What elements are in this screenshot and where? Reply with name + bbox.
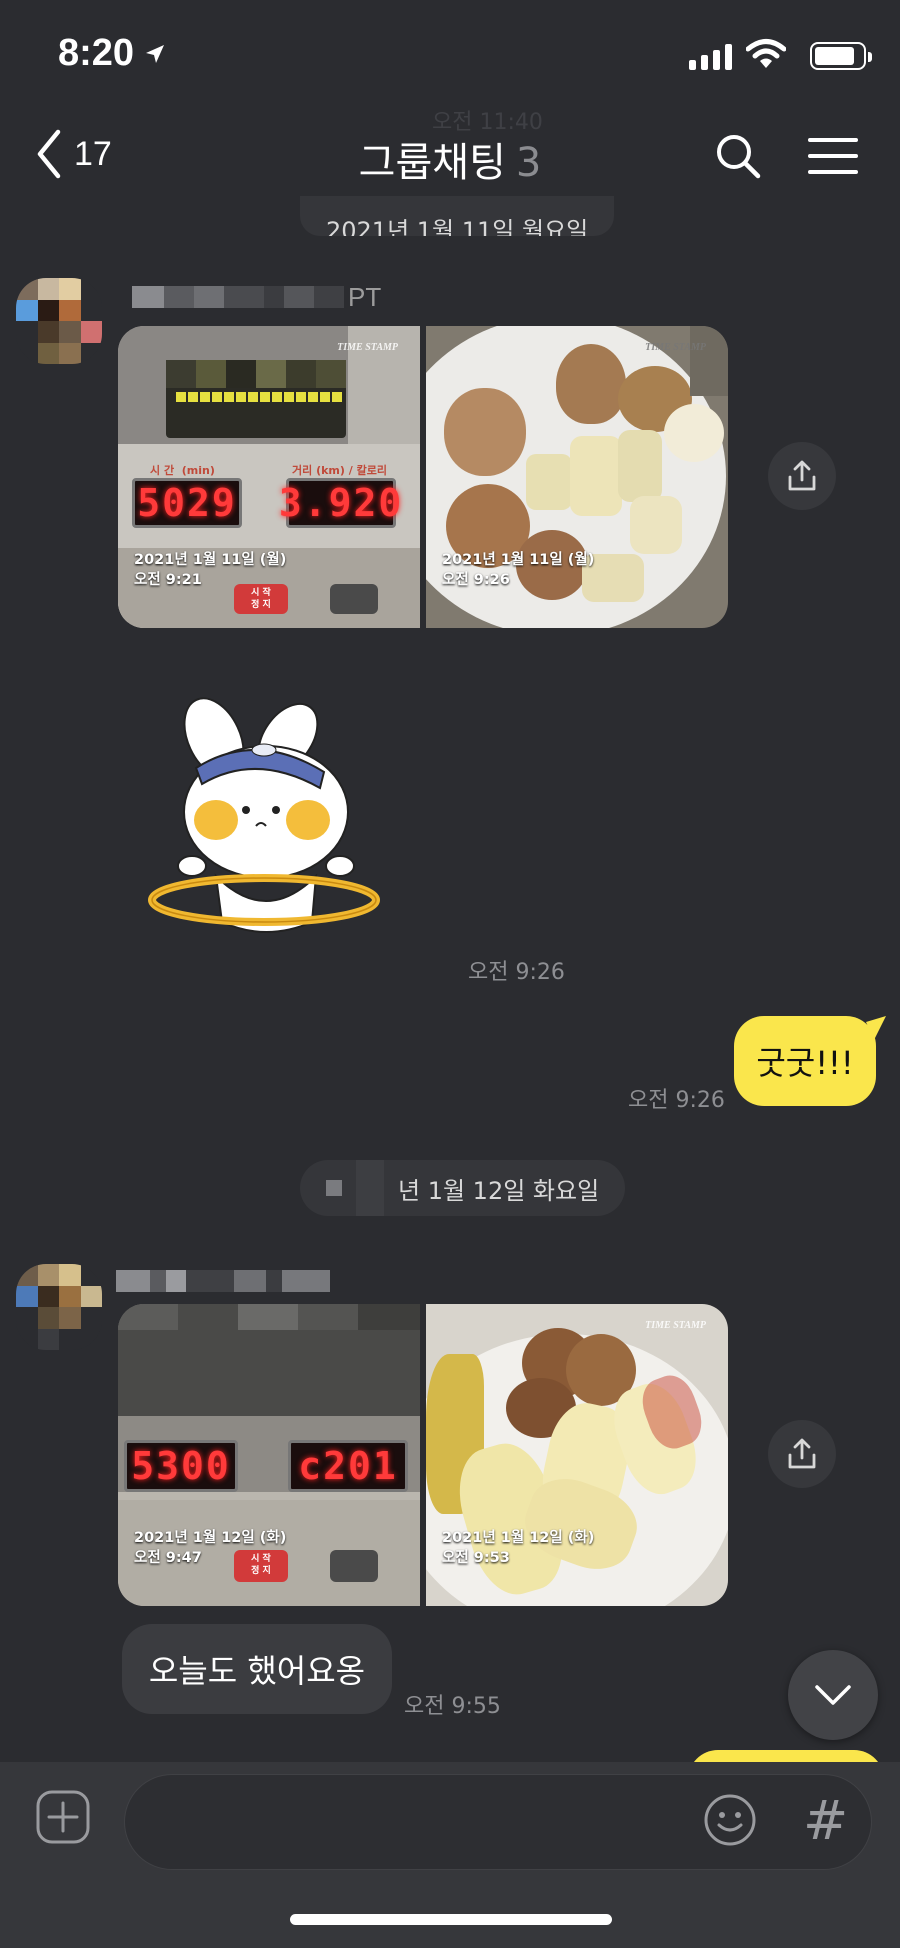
photo-treadmill[interactable]: 5300 c201 시 작 정 지 2021년 1월 12일 (화) 오전 9:… [118,1304,420,1606]
message-time: 오전 9:26 [628,1088,725,1113]
bunny-hula-hoop-sticker[interactable] [146,686,386,942]
search-icon[interactable] [714,132,762,180]
chat-title-text: 그룹채팅 [358,140,506,186]
home-indicator [290,1914,612,1925]
photo-time: 오전 9:53 [442,1550,510,1566]
photo-timestamp: 2021년 1월 12일 (화) 오전 9:47 [134,1528,286,1568]
time-display: 5029 [132,478,242,528]
date-divider: 년 1월 12일 화요일 [300,1160,626,1216]
redaction-block [326,1180,342,1196]
share-icon [788,460,816,491]
message-input[interactable] [155,1799,675,1847]
timestamp-watermark: TIME STAMP [645,342,706,353]
message-bubble[interactable]: 오늘도 했어요옹 [122,1624,392,1714]
photo-timestamp: 2021년 1월 11일 (월) 오전 9:21 [134,550,286,590]
battery-icon [810,42,872,70]
photo-date: 2021년 1월 12일 (화) [134,1530,287,1546]
photo-time: 오전 9:21 [134,572,202,588]
share-button[interactable] [768,1420,836,1488]
distance-display: 3.920 [279,478,401,528]
date-divider-text: 년 1월 12일 화요일 [398,1176,600,1205]
photo-timestamp: 2021년 1월 12일 (화) 오전 9:53 [442,1528,594,1568]
clock-text: 8:20 [58,32,135,74]
message-field[interactable]: # [124,1774,872,1870]
photo-treadmill[interactable]: 시 간 (min) 거리 (km) / 칼로리 5029 3.920 시 작 정… [118,326,420,628]
time-display: 5300 [124,1440,238,1492]
clock: 8:20 [58,32,166,75]
message-time: 오전 9:55 [404,1694,501,1719]
photo-date: 2021년 1월 11일 (월) [134,552,287,568]
scroll-to-bottom-button[interactable] [788,1650,878,1740]
sender-name-text: PT [348,281,382,312]
menu-icon[interactable] [808,136,858,176]
distance-display: c201 [288,1440,408,1492]
avatar[interactable] [16,278,102,364]
my-message-bubble[interactable]: 굿굿!!! [734,1016,876,1106]
sender-name: PT [132,282,381,312]
photo-timestamp: 2021년 1월 11일 (월) 오전 9:26 [442,550,594,590]
status-bar: 8:20 [0,0,900,110]
bubble-tail [866,1016,886,1040]
photo-food[interactable]: TIME STAMP 2021년 1월 11일 (월) 오전 9:26 [426,326,728,628]
sender-name [116,1266,330,1296]
chat-screen: 8:20 오전 11:40 17 그룹채팅 3 2021년 1월 11일 월요일… [0,0,900,1948]
share-icon [788,1438,816,1469]
date-divider: 2021년 1월 11일 월요일 [300,196,615,236]
message-text: 오늘도 했어요옹 [148,1652,366,1690]
photo-food[interactable]: TIME STAMP 2021년 1월 12일 (화) 오전 9:53 [426,1304,728,1606]
my-message-text: 굿굿!!! [756,1044,854,1082]
photo-date: 2021년 1월 12일 (화) [442,1530,595,1546]
chat-header: 17 그룹채팅 3 [0,110,900,202]
emoji-icon[interactable] [703,1793,757,1847]
member-count: 3 [515,140,542,186]
plus-icon[interactable] [36,1790,90,1844]
photo-time: 오전 9:47 [134,1550,202,1566]
timestamp-watermark: TIME STAMP [337,342,398,353]
timestamp-watermark: TIME STAMP [645,1320,706,1331]
photo-time: 오전 9:26 [442,572,510,588]
chat-title[interactable]: 그룹채팅 3 [0,130,900,188]
chevron-down-icon [815,1685,851,1705]
location-arrow-icon [146,44,165,63]
date-divider-text: 2021년 1월 11일 월요일 [326,217,589,236]
hashtag-search-icon[interactable]: # [803,1789,848,1852]
message-time: 오전 9:26 [468,960,565,985]
wifi-icon [746,39,786,68]
photo-date: 2021년 1월 11일 (월) [442,552,595,568]
cellular-signal-icon [689,44,732,70]
avatar[interactable] [16,1264,102,1350]
share-button[interactable] [768,442,836,510]
